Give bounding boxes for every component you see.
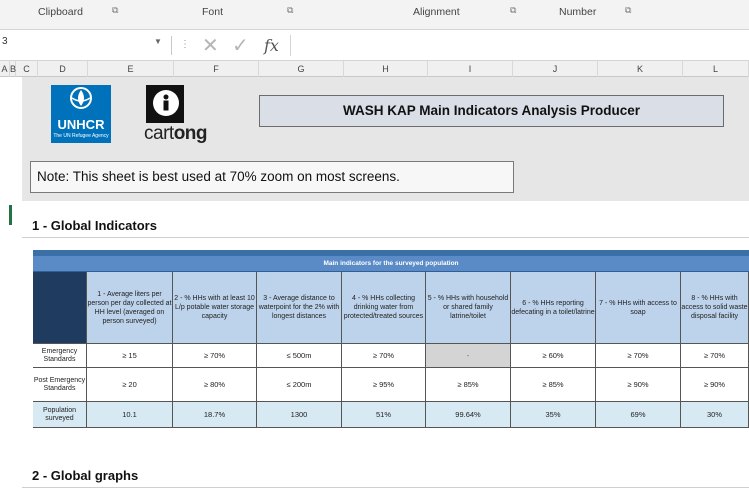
dialog-launcher-icon[interactable]: ⧉ xyxy=(625,5,631,16)
column-header-indicator-7: 7 - % HHs with access to soap xyxy=(596,272,681,344)
table-cell: 99.64% xyxy=(426,402,511,428)
table-cell: ≥ 70% xyxy=(342,344,426,368)
table-header: Main indicators for the surveyed populat… xyxy=(33,256,749,272)
table-cell: ≤ 200m xyxy=(257,368,342,402)
insert-function-button[interactable]: fx xyxy=(264,36,279,55)
column-header-a[interactable]: A xyxy=(0,61,10,77)
row-label-population: Population surveyed xyxy=(33,402,87,428)
table-cell: ≥ 15 xyxy=(87,344,173,368)
column-header-e[interactable]: E xyxy=(88,61,174,77)
table-cell: 51% xyxy=(342,402,426,428)
section-heading-global-graphs: 2 - Global graphs xyxy=(32,468,139,483)
column-header-indicator-2: 2 - % HHs with at least 10 L/p potable w… xyxy=(173,272,257,344)
table-cell: ≥ 85% xyxy=(426,368,511,402)
row-label-post-emergency: Post Emergency Standards xyxy=(33,368,87,402)
section-divider xyxy=(22,237,749,238)
indicators-table: Main indicators for the surveyed populat… xyxy=(33,250,749,494)
table-cell: - xyxy=(426,344,511,368)
table-cell: ≥ 85% xyxy=(511,368,596,402)
table-cell: ≥ 80% xyxy=(173,368,257,402)
cartong-wordmark: cartong xyxy=(144,123,208,145)
unhcr-emblem-icon xyxy=(51,85,111,118)
column-header-c[interactable]: C xyxy=(16,61,38,77)
column-header-j[interactable]: J xyxy=(513,61,598,77)
dialog-launcher-icon[interactable]: ⧉ xyxy=(112,5,118,16)
cartong-logo: cartong xyxy=(134,85,224,149)
column-header-d[interactable]: D xyxy=(38,61,88,77)
unhcr-name: UNHCR xyxy=(57,117,105,132)
dialog-launcher-icon[interactable]: ⧉ xyxy=(287,5,293,16)
person-icon xyxy=(163,94,169,111)
column-header-indicator-1: 1 - Average liters per person per day co… xyxy=(87,272,173,344)
name-box[interactable]: 3 xyxy=(0,36,172,55)
row-header-strip xyxy=(0,77,22,494)
table-cell: 30% xyxy=(681,402,749,428)
column-header-f[interactable]: F xyxy=(174,61,259,77)
ribbon-group-alignment: Alignment xyxy=(413,6,460,18)
column-headers: A B C D E F G H I J K L xyxy=(0,61,749,77)
table-cell: 1300 xyxy=(257,402,342,428)
column-header-indicator-5: 5 - % HHs with household or shared famil… xyxy=(426,272,511,344)
worksheet[interactable]: UNHCR The UN Refugee Agency cartong WASH… xyxy=(22,77,749,494)
section-heading-global-indicators: 1 - Global Indicators xyxy=(32,218,157,233)
name-box-value: 3 xyxy=(2,36,8,47)
column-header-indicator-8: 8 - % HHs with access to solid waste dis… xyxy=(681,272,749,344)
ribbon-group-number: Number xyxy=(559,6,597,18)
column-header-indicator-4: 4 - % HHs collecting drinking water from… xyxy=(342,272,426,344)
table-cell: ≥ 90% xyxy=(596,368,681,402)
table-cell: 35% xyxy=(511,402,596,428)
formula-bar: 3 ▼ ⋮ ✕ ✓ fx xyxy=(0,30,749,61)
table-cell: ≥ 95% xyxy=(342,368,426,402)
unhcr-logo: UNHCR The UN Refugee Agency xyxy=(51,85,111,143)
row-label-emergency: Emergency Standards xyxy=(33,344,87,368)
column-header-l[interactable]: L xyxy=(683,61,749,77)
dialog-launcher-icon[interactable]: ⧉ xyxy=(510,5,516,16)
table-cell: 69% xyxy=(596,402,681,428)
column-header-g[interactable]: G xyxy=(259,61,344,77)
table-cell: ≤ 500m xyxy=(257,344,342,368)
table-cell: ≥ 20 xyxy=(87,368,173,402)
column-header-i[interactable]: I xyxy=(428,61,513,77)
table-cell: ≥ 70% xyxy=(173,344,257,368)
column-header-h[interactable]: H xyxy=(344,61,428,77)
column-header-indicator-3: 3 - Average distance to waterpoint for t… xyxy=(257,272,342,344)
note-box: Note: This sheet is best used at 70% zoo… xyxy=(30,161,514,193)
selection-marker xyxy=(9,205,12,225)
close-icon[interactable]: ✕ xyxy=(202,33,219,58)
ribbon: Clipboard ⧉ Font ⧉ Alignment ⧉ Number ⧉ xyxy=(0,0,749,30)
table-cell: ≥ 70% xyxy=(596,344,681,368)
table-cell: ≥ 60% xyxy=(511,344,596,368)
formula-input[interactable] xyxy=(290,35,749,56)
page-title: WASH KAP Main Indicators Analysis Produc… xyxy=(259,95,724,127)
table-cell: 18.7% xyxy=(173,402,257,428)
ribbon-group-font: Font xyxy=(202,6,224,18)
unhcr-tagline: The UN Refugee Agency xyxy=(53,133,109,139)
corner-cell xyxy=(33,272,87,344)
cartong-word-light: cart xyxy=(144,123,174,144)
cartong-word-bold: ong xyxy=(173,123,208,144)
table-cell: ≥ 70% xyxy=(681,344,749,368)
ribbon-group-clipboard: Clipboard xyxy=(38,6,83,18)
check-icon[interactable]: ✓ xyxy=(232,33,249,58)
table-cell: ≥ 90% xyxy=(681,368,749,402)
column-header-indicator-6: 6 - % HHs reporting defecating in a toil… xyxy=(511,272,596,344)
column-header-k[interactable]: K xyxy=(598,61,683,77)
section-divider xyxy=(22,487,749,488)
formula-bar-grip-icon: ⋮ xyxy=(180,39,190,50)
chevron-down-icon[interactable]: ▼ xyxy=(154,37,162,46)
table-cell: 10.1 xyxy=(87,402,173,428)
